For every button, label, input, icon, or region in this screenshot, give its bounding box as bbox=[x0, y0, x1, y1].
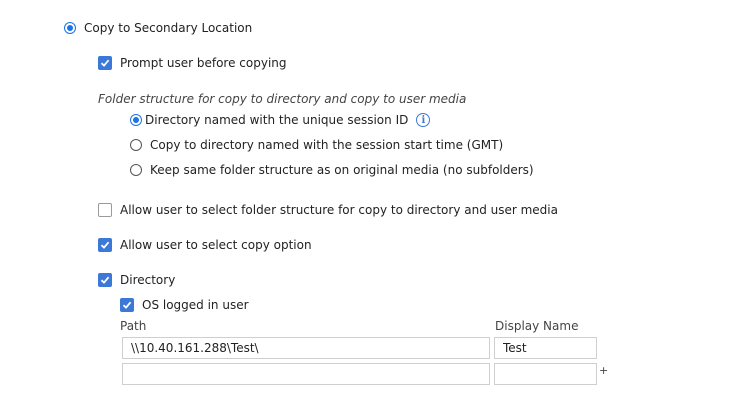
directory-label: Directory bbox=[120, 273, 176, 287]
copy-secondary-radio[interactable] bbox=[64, 22, 76, 34]
display-name-input[interactable] bbox=[494, 363, 597, 385]
allow-copy-option-checkbox[interactable] bbox=[98, 238, 112, 252]
copy-secondary-label: Copy to Secondary Location bbox=[84, 21, 253, 35]
allow-copy-option-row[interactable]: Allow user to select copy option bbox=[98, 237, 312, 253]
path-input[interactable] bbox=[122, 337, 490, 359]
display-name-column-header: Display Name bbox=[495, 319, 579, 333]
os-logged-in-label: OS logged in user bbox=[142, 298, 249, 312]
display-name-input[interactable] bbox=[494, 337, 597, 359]
allow-copy-option-label: Allow user to select copy option bbox=[120, 238, 312, 252]
folder-option-start-time[interactable]: Copy to directory named with the session… bbox=[130, 137, 503, 153]
folder-option-radio[interactable] bbox=[130, 139, 142, 151]
checkmark-icon bbox=[100, 276, 110, 284]
checkmark-icon bbox=[122, 301, 132, 309]
folder-structure-heading: Folder structure for copy to directory a… bbox=[98, 92, 467, 106]
prompt-user-checkbox[interactable] bbox=[98, 56, 112, 70]
info-icon[interactable]: i bbox=[416, 113, 431, 127]
add-row-button[interactable]: + bbox=[599, 364, 608, 377]
folder-option-radio[interactable] bbox=[130, 164, 142, 176]
folder-option-same-structure[interactable]: Keep same folder structure as on origina… bbox=[130, 162, 534, 178]
path-column-header: Path bbox=[120, 319, 147, 333]
folder-option-label: Copy to directory named with the session… bbox=[150, 138, 504, 152]
os-logged-in-checkbox[interactable] bbox=[120, 298, 134, 312]
folder-option-label: Keep same folder structure as on origina… bbox=[150, 163, 534, 177]
folder-option-radio[interactable] bbox=[130, 114, 142, 126]
folder-option-session-id[interactable]: Directory named with the unique session … bbox=[130, 112, 431, 128]
checkmark-icon bbox=[100, 241, 110, 249]
prompt-user-row[interactable]: Prompt user before copying bbox=[98, 55, 287, 71]
allow-folder-structure-label: Allow user to select folder structure fo… bbox=[120, 203, 558, 217]
path-input[interactable] bbox=[122, 363, 490, 385]
directory-checkbox[interactable] bbox=[98, 273, 112, 287]
allow-folder-structure-row[interactable]: Allow user to select folder structure fo… bbox=[98, 202, 558, 218]
allow-folder-structure-checkbox[interactable] bbox=[98, 203, 112, 217]
prompt-user-label: Prompt user before copying bbox=[120, 56, 287, 70]
checkmark-icon bbox=[100, 59, 110, 67]
folder-option-label: Directory named with the unique session … bbox=[145, 113, 409, 127]
copy-secondary-radio-row[interactable]: Copy to Secondary Location bbox=[64, 20, 252, 36]
directory-row[interactable]: Directory bbox=[98, 272, 175, 288]
os-logged-in-row[interactable]: OS logged in user bbox=[120, 297, 249, 313]
